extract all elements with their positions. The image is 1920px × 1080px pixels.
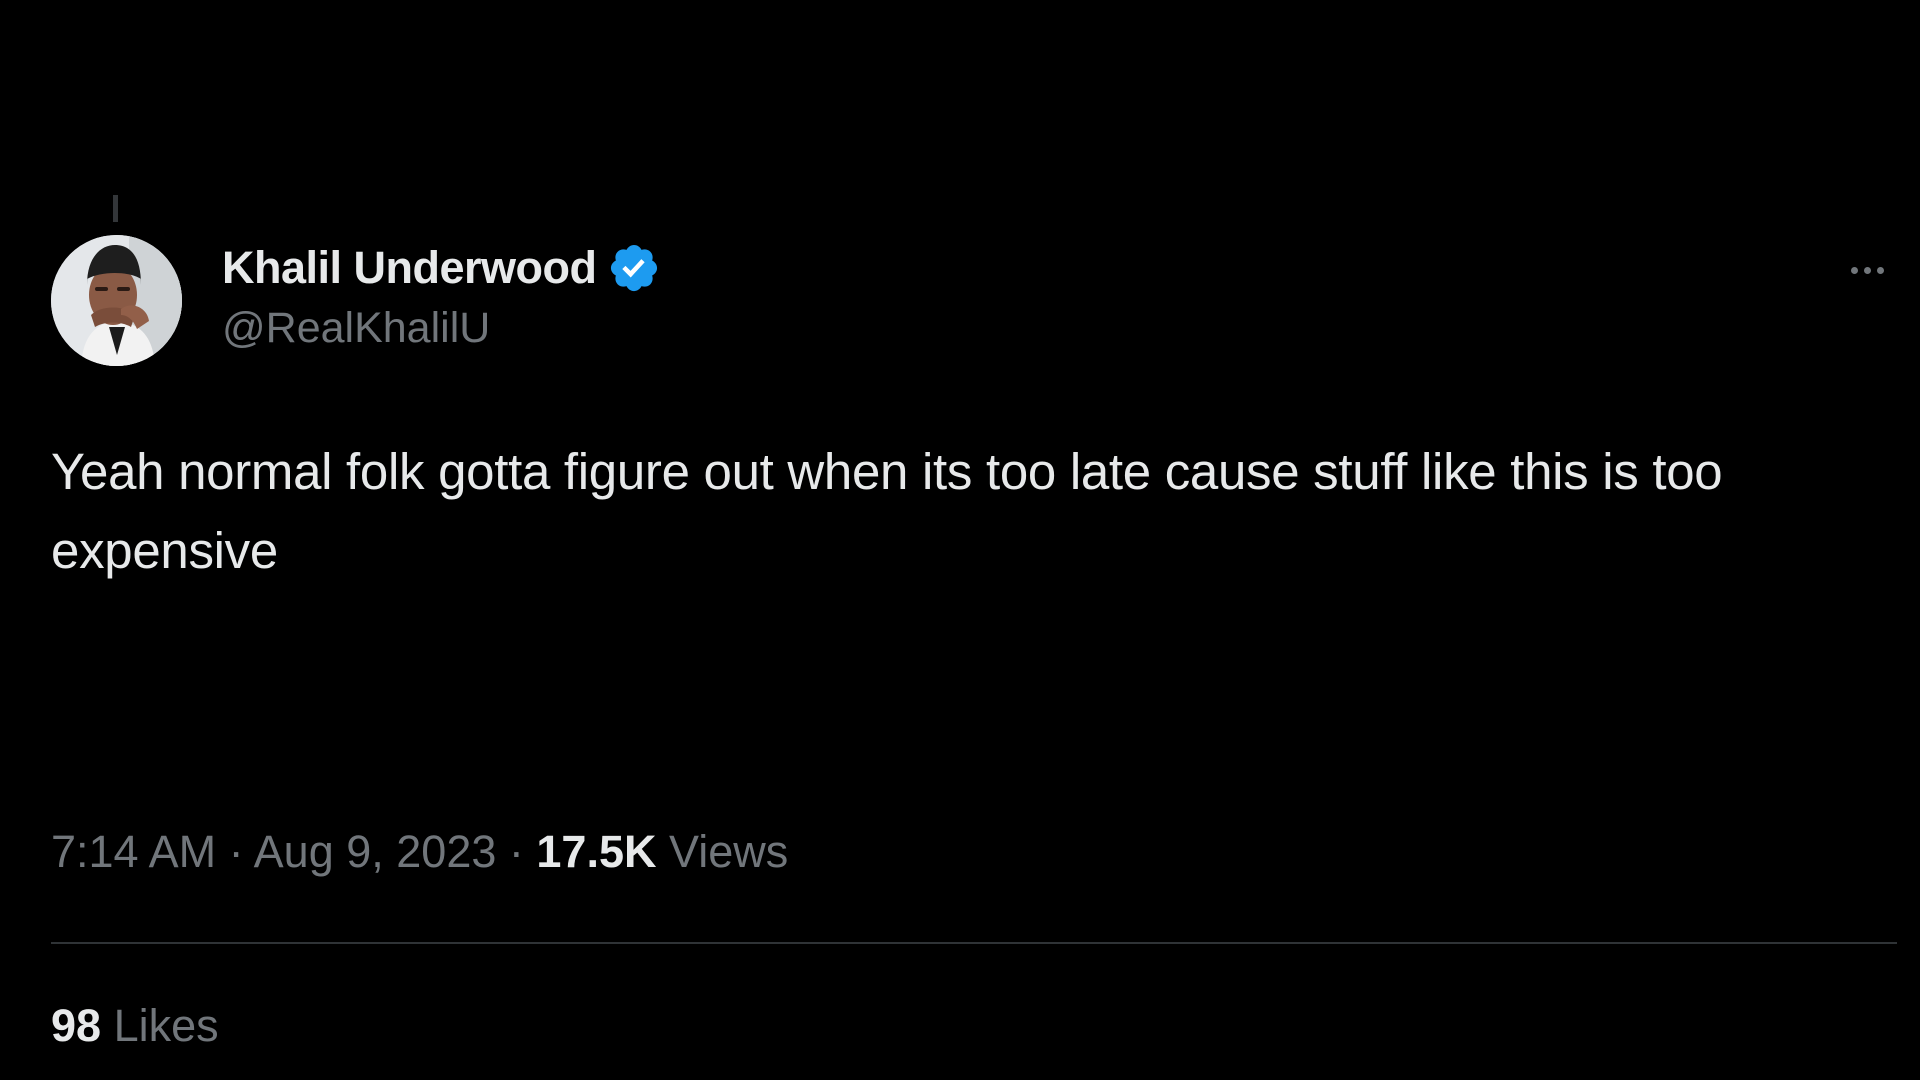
more-options-icon[interactable]	[1837, 250, 1897, 290]
views-label: Views	[669, 826, 789, 877]
likes-count: 98	[51, 1000, 102, 1051]
more-dot	[1863, 266, 1871, 274]
meta-separator: ·	[228, 826, 244, 877]
author-names: Khalil Underwood @RealKhalilU	[222, 240, 661, 353]
tweet-header: Khalil Underwood @RealKhalilU	[51, 190, 1897, 366]
likes-link[interactable]: 98 Likes	[51, 1000, 219, 1052]
views-count[interactable]: 17.5K	[536, 826, 656, 877]
tweet-meta: 7:14 AM · Aug 9, 2023 · 17.5K Views	[51, 826, 788, 878]
divider	[51, 942, 1897, 944]
more-dot	[1850, 266, 1858, 274]
verified-badge-icon[interactable]	[607, 241, 661, 295]
meta-separator: ·	[508, 826, 524, 877]
tweet-time[interactable]: 7:14 AM	[51, 826, 216, 877]
avatar[interactable]	[51, 235, 182, 366]
avatar-image	[51, 235, 182, 366]
name-row: Khalil Underwood	[222, 240, 661, 296]
likes-label: Likes	[113, 1000, 219, 1051]
tweet-date[interactable]: Aug 9, 2023	[254, 826, 497, 877]
tweet-text: Yeah normal folk gotta figure out when i…	[51, 443, 1723, 579]
author-handle[interactable]: @RealKhalilU	[222, 304, 661, 353]
author-display-name[interactable]: Khalil Underwood	[222, 242, 597, 294]
more-dot	[1876, 266, 1884, 274]
tweet: Khalil Underwood @RealKhalilU Yeah norma…	[51, 190, 1897, 1051]
